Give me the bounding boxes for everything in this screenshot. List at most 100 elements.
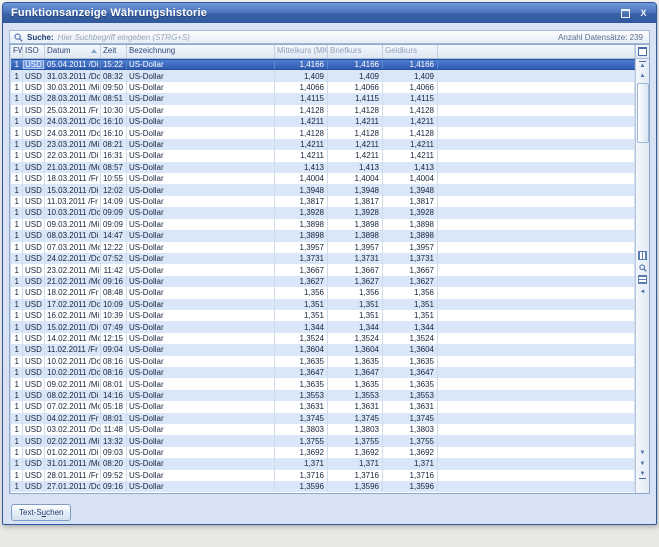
cell-iso: USD bbox=[23, 470, 45, 481]
cell-bezeichnung: US-Dollar bbox=[127, 184, 275, 195]
table-row[interactable]: 1USD08.02.2011 /Di14:16US-Dollar1,35531,… bbox=[11, 390, 635, 401]
table-row[interactable]: 1USD09.02.2011 /Mi08:01US-Dollar1,36351,… bbox=[11, 378, 635, 389]
table-row[interactable]: 1USD02.02.2011 /Mi13:32US-Dollar1,37551,… bbox=[11, 435, 635, 446]
table-row[interactable]: 1USD25.03.2011 /Fr10:30US-Dollar1,41281,… bbox=[11, 105, 635, 116]
table-row[interactable]: 1USD15.03.2011 /Di12:02US-Dollar1,39481,… bbox=[11, 184, 635, 195]
table-row[interactable]: 1USD07.03.2011 /Mo12:22US-Dollar1,39571,… bbox=[11, 242, 635, 253]
cell-briefkurs: 1,413 bbox=[328, 162, 383, 173]
scroll-page-down-button[interactable]: ▼ bbox=[636, 458, 649, 469]
cell-briefkurs: 1,3817 bbox=[328, 196, 383, 207]
cell-briefkurs: 1,3604 bbox=[328, 344, 383, 355]
column-header-geldkurs[interactable]: Geldkurs bbox=[383, 45, 438, 58]
table-row[interactable]: 1USD24.02.2011 /Do07:52US-Dollar1,37311,… bbox=[11, 253, 635, 264]
rail-list-button[interactable] bbox=[636, 274, 649, 285]
table-row[interactable]: 1USD14.02.2011 /Mo12:15US-Dollar1,35241,… bbox=[11, 333, 635, 344]
column-header-mittelkurs[interactable]: Mittelkurs (MK) bbox=[275, 45, 328, 58]
table-row[interactable]: 1USD28.01.2011 /Fr09:52US-Dollar1,37161,… bbox=[11, 470, 635, 481]
cell-filler bbox=[438, 207, 635, 218]
table-row[interactable]: 1USD17.02.2011 /Do10:09US-Dollar1,3511,3… bbox=[11, 299, 635, 310]
search-input[interactable]: Hier Suchbegriff eingeben (STRG+S) bbox=[58, 33, 554, 42]
cell-fw: 1 bbox=[11, 287, 23, 298]
search-label: Suche: bbox=[27, 33, 54, 42]
cell-mittelkurs: 1,4066 bbox=[275, 82, 328, 93]
table-row[interactable]: 1USD11.03.2011 /Fr14:09US-Dollar1,38171,… bbox=[11, 196, 635, 207]
table-row[interactable]: 1USD24.03.2011 /Do16:10US-Dollar1,42111,… bbox=[11, 116, 635, 127]
table-row[interactable]: 1USD23.02.2011 /Mi11:42US-Dollar1,36671,… bbox=[11, 264, 635, 275]
cell-iso: USD bbox=[23, 367, 45, 378]
table-row[interactable]: 1USD18.03.2011 /Fr10:55US-Dollar1,40041,… bbox=[11, 173, 635, 184]
cell-zeit: 07:52 bbox=[101, 253, 127, 264]
close-button[interactable]: X bbox=[636, 6, 651, 20]
table-row[interactable]: 1USD27.01.2011 /Do09:16US-Dollar1,35961,… bbox=[11, 481, 635, 492]
scroll-up-button[interactable]: ▲ bbox=[636, 70, 649, 81]
scroll-to-bottom-button[interactable]: ▼ bbox=[636, 469, 649, 480]
rail-goto-button[interactable]: ◄ bbox=[636, 286, 649, 297]
search-bar[interactable]: Suche: Hier Suchbegriff eingeben (STRG+S… bbox=[9, 30, 650, 44]
table-row[interactable]: 1USD18.02.2011 /Fr08:48US-Dollar1,3561,3… bbox=[11, 287, 635, 298]
table-row[interactable]: 1USD31.03.2011 /Do08:32US-Dollar1,4091,4… bbox=[11, 70, 635, 81]
cell-bezeichnung: US-Dollar bbox=[127, 424, 275, 435]
cell-briefkurs: 1,4128 bbox=[328, 105, 383, 116]
scrollbar-thumb[interactable] bbox=[637, 83, 649, 143]
rail-columns-button[interactable] bbox=[636, 250, 649, 261]
cell-datum: 08.03.2011 /Di bbox=[45, 230, 101, 241]
cell-zeit: 09:52 bbox=[101, 470, 127, 481]
cell-briefkurs: 1,371 bbox=[328, 458, 383, 469]
table-row[interactable]: 1USD16.02.2011 /Mi10:39US-Dollar1,3511,3… bbox=[11, 310, 635, 321]
cell-fw: 1 bbox=[11, 401, 23, 412]
cell-mittelkurs: 1,3731 bbox=[275, 253, 328, 264]
titlebar[interactable]: Funktionsanzeige Währungshistorie X bbox=[3, 3, 656, 23]
maximize-button[interactable] bbox=[618, 6, 633, 20]
table-row[interactable]: 1USD11.02.2011 /Fr09:04US-Dollar1,36041,… bbox=[11, 344, 635, 355]
column-header-filler bbox=[438, 45, 635, 58]
table-row[interactable]: 1USD10.03.2011 /Do09:09US-Dollar1,39281,… bbox=[11, 207, 635, 218]
cell-datum: 24.03.2011 /Do bbox=[45, 127, 101, 138]
text-search-button[interactable]: Text-Suchen bbox=[11, 504, 71, 521]
cell-filler bbox=[438, 367, 635, 378]
table-row[interactable]: 1USD31.01.2011 /Mo08:20US-Dollar1,3711,3… bbox=[11, 458, 635, 469]
table-row[interactable]: 1USD21.02.2011 /Mo09:16US-Dollar1,36271,… bbox=[11, 276, 635, 287]
down-arrow-icon: ▼ bbox=[640, 450, 646, 456]
cell-zeit: 08:32 bbox=[101, 70, 127, 81]
scroll-to-top-button[interactable]: ▲ bbox=[636, 59, 649, 70]
cell-fw: 1 bbox=[11, 458, 23, 469]
table-row[interactable]: 1USD09.03.2011 /Mi09:09US-Dollar1,38981,… bbox=[11, 219, 635, 230]
up-arrow-icon: ▲ bbox=[640, 73, 646, 79]
table-row[interactable]: 1USD07.02.2011 /Mo05:18US-Dollar1,36311,… bbox=[11, 401, 635, 412]
cell-zeit: 08:20 bbox=[101, 458, 127, 469]
column-header-fw[interactable]: FW bbox=[11, 45, 23, 58]
cell-zeit: 08:16 bbox=[101, 356, 127, 367]
table-row[interactable]: 1USD05.04.2011 /Di15:22US-Dollar1,41661,… bbox=[11, 59, 635, 70]
table-row[interactable]: 1USD03.02.2011 /Do11:48US-Dollar1,38031,… bbox=[11, 424, 635, 435]
column-header-bezeichnung[interactable]: Bezeichnung bbox=[127, 45, 275, 58]
cell-bezeichnung: US-Dollar bbox=[127, 481, 275, 492]
cell-iso: USD bbox=[23, 413, 45, 424]
rail-search-button[interactable] bbox=[636, 262, 649, 273]
table-row[interactable]: 1USD24.03.2011 /Do16:10US-Dollar1,41281,… bbox=[11, 127, 635, 138]
table-row[interactable]: 1USD21.03.2011 /Mo08:57US-Dollar1,4131,4… bbox=[11, 162, 635, 173]
column-header-datum[interactable]: Datum bbox=[45, 45, 101, 58]
cell-zeit: 12:15 bbox=[101, 333, 127, 344]
table-row[interactable]: 1USD15.02.2011 /Di07:49US-Dollar1,3441,3… bbox=[11, 321, 635, 332]
column-header-briefkurs[interactable]: Briefkurs bbox=[328, 45, 383, 58]
table-row[interactable]: 1USD08.03.2011 /Di14:47US-Dollar1,38981,… bbox=[11, 230, 635, 241]
table-row[interactable]: 1USD01.02.2011 /Di09:03US-Dollar1,36921,… bbox=[11, 447, 635, 458]
column-chooser-button[interactable] bbox=[636, 45, 649, 59]
table-row[interactable]: 1USD04.02.2011 /Fr08:01US-Dollar1,37451,… bbox=[11, 413, 635, 424]
cell-datum: 07.02.2011 /Mo bbox=[45, 401, 101, 412]
cell-iso: USD bbox=[23, 401, 45, 412]
column-header-iso[interactable]: ISO bbox=[23, 45, 45, 58]
cell-filler bbox=[438, 173, 635, 184]
cell-fw: 1 bbox=[11, 184, 23, 195]
column-header-zeit[interactable]: Zeit bbox=[101, 45, 127, 58]
table-row[interactable]: 1USD30.03.2011 /Mi09:50US-Dollar1,40661,… bbox=[11, 82, 635, 93]
table-row[interactable]: 1USD22.03.2011 /Di16:31US-Dollar1,42111,… bbox=[11, 150, 635, 161]
table-row[interactable]: 1USD10.02.2011 /Do08:16US-Dollar1,36351,… bbox=[11, 356, 635, 367]
cell-fw: 1 bbox=[11, 321, 23, 332]
table-row[interactable]: 1USD28.03.2011 /Mo08:51US-Dollar1,41151,… bbox=[11, 93, 635, 104]
table-row[interactable]: 1USD10.02.2011 /Do08:16US-Dollar1,36471,… bbox=[11, 367, 635, 378]
table-row[interactable]: 1USD23.03.2011 /Mi08:21US-Dollar1,42111,… bbox=[11, 139, 635, 150]
cell-zeit: 08:48 bbox=[101, 287, 127, 298]
cell-mittelkurs: 1,4004 bbox=[275, 173, 328, 184]
scroll-down-button[interactable]: ▼ bbox=[636, 447, 649, 458]
